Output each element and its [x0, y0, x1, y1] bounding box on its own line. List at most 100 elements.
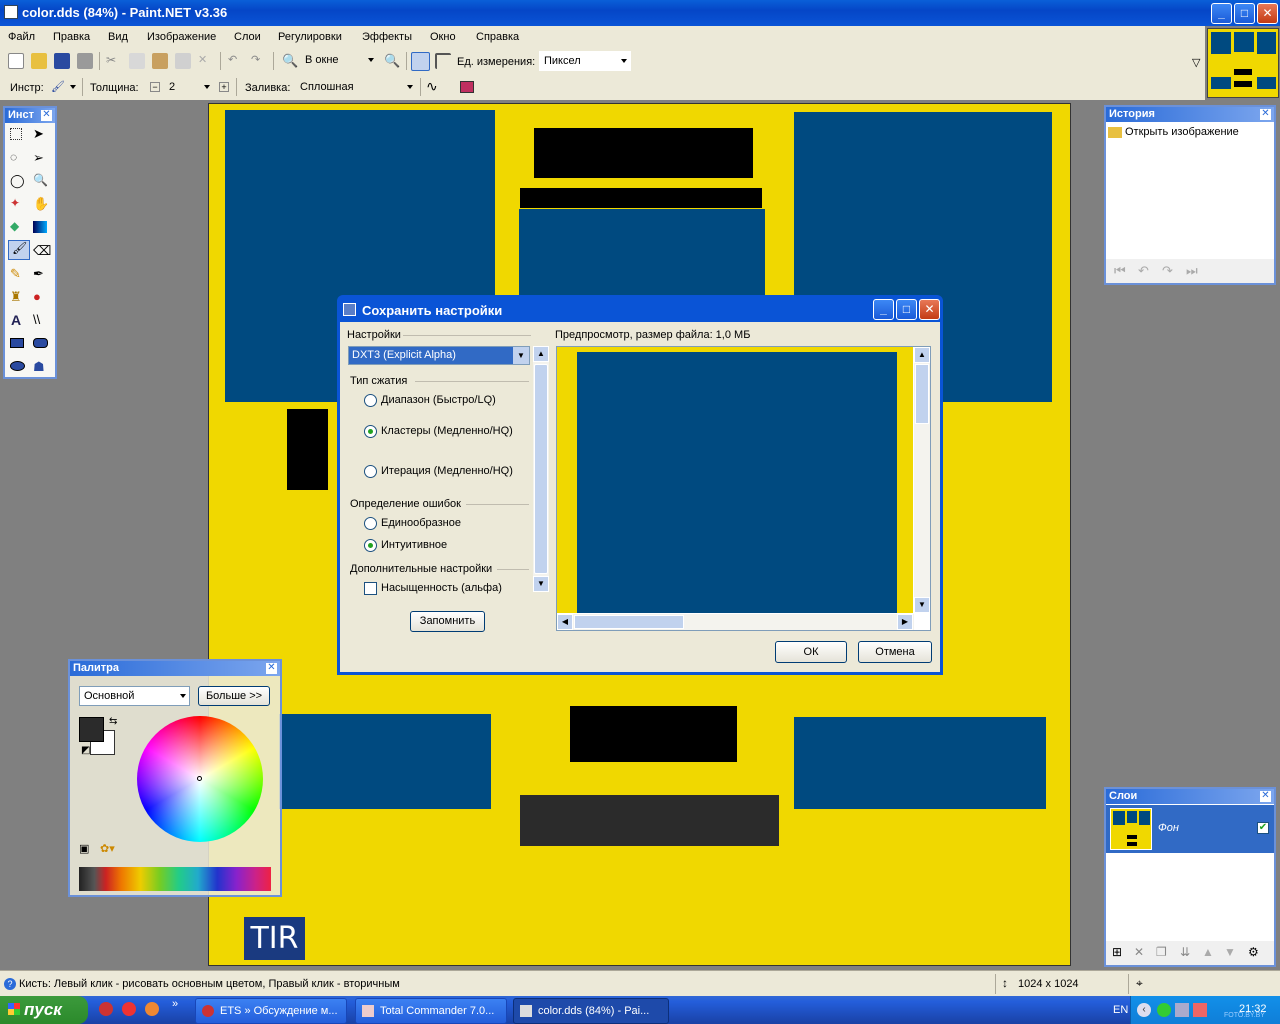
scroll-up-icon[interactable]: ▲	[533, 346, 549, 362]
dialog-maximize-button[interactable]: □	[896, 299, 917, 320]
format-dropdown-icon[interactable]: ▼	[513, 347, 529, 364]
palette-panel-close-icon[interactable]: ✕	[266, 663, 277, 674]
gradient-tool-icon[interactable]	[33, 221, 47, 233]
palette-menu-icon[interactable]: ✿▾	[100, 842, 115, 855]
menu-view[interactable]: Вид	[108, 31, 128, 43]
primary-color-swatch[interactable]	[79, 717, 104, 742]
tray-icon-3[interactable]	[1193, 1003, 1207, 1017]
preview-area[interactable]: ▲ ▼ ◀ ▶	[556, 346, 931, 631]
paintbrush-tool-icon[interactable]: 🖌	[8, 240, 30, 260]
add-layer-icon[interactable]: ⊞	[1112, 945, 1122, 959]
preview-vscroll-thumb[interactable]	[915, 364, 929, 424]
menu-image[interactable]: Изображение	[147, 31, 216, 43]
tray-icon-2[interactable]	[1175, 1003, 1189, 1017]
format-combo[interactable]: DXT3 (Explicit Alpha) ▼	[348, 346, 530, 365]
preview-scroll-up-icon[interactable]: ▲	[914, 347, 930, 363]
move-tool-icon[interactable]: ➢	[33, 150, 51, 168]
quicklaunch-avast-icon[interactable]	[145, 1002, 159, 1016]
preview-scroll-left-icon[interactable]: ◀	[557, 614, 573, 630]
compression-iteration-radio[interactable]	[364, 465, 377, 478]
delete-layer-icon[interactable]: ✕	[1134, 945, 1144, 959]
print-icon[interactable]	[77, 53, 93, 69]
palette-more-button[interactable]: Больше >>	[198, 686, 270, 706]
pan-tool-icon[interactable]: ✋	[33, 196, 51, 214]
open-icon[interactable]	[31, 53, 47, 69]
ruler-icon[interactable]	[435, 53, 451, 69]
alpha-checkbox[interactable]	[364, 582, 377, 595]
color-picker-tool-icon[interactable]: ✒	[33, 266, 51, 284]
antialias-icon[interactable]: ∿	[426, 78, 438, 95]
color-wheel[interactable]	[137, 716, 263, 842]
width-combo[interactable]: 2	[165, 78, 213, 98]
error-perceptual-radio[interactable]	[364, 539, 377, 552]
compression-range-radio[interactable]	[364, 394, 377, 407]
color-swatch-strip[interactable]	[79, 867, 271, 891]
eraser-tool-icon[interactable]: ⌫	[33, 243, 51, 261]
menu-effects[interactable]: Эффекты	[362, 31, 412, 43]
rect-select-tool-icon[interactable]	[10, 128, 22, 140]
history-undo-icon[interactable]: ↶	[1138, 263, 1149, 279]
preview-hscroll[interactable]: ◀ ▶	[557, 614, 914, 630]
settings-scrollbar[interactable]: ▲ ▼	[533, 346, 549, 592]
move-selection-tool-icon[interactable]: ➤	[33, 126, 51, 144]
units-combo[interactable]: Пиксел	[539, 51, 631, 71]
preview-hscroll-thumb[interactable]	[574, 615, 684, 629]
duplicate-layer-icon[interactable]: ❐	[1156, 945, 1167, 959]
palette-mode-combo[interactable]: Основной	[79, 686, 190, 706]
ellipse-tool-icon[interactable]	[10, 361, 25, 371]
scroll-thumb[interactable]	[534, 364, 548, 574]
zoom-combo[interactable]: В окне	[301, 51, 377, 71]
remember-button[interactable]: Запомнить	[410, 611, 485, 632]
toolbar-overflow-icon[interactable]: ▽	[1192, 56, 1200, 69]
fast-forward-icon[interactable]: ⏭	[1186, 263, 1198, 279]
cancel-button[interactable]: Отмена	[858, 641, 932, 663]
close-button[interactable]: ✕	[1257, 3, 1278, 24]
color-wheel-cursor[interactable]	[197, 776, 202, 781]
move-layer-up-icon[interactable]: ▲	[1202, 945, 1214, 959]
lasso-tool-icon[interactable]: ◌	[10, 150, 28, 168]
menu-edit[interactable]: Правка	[53, 31, 90, 43]
move-layer-down-icon[interactable]: ▼	[1224, 945, 1236, 959]
paste-icon[interactable]	[152, 53, 168, 69]
ellipse-select-tool-icon[interactable]: ◯	[10, 173, 28, 191]
compression-cluster-radio[interactable]	[364, 425, 377, 438]
taskbar-item-ets[interactable]: ETS » Обсуждение м...	[195, 998, 347, 1024]
pencil-tool-icon[interactable]: ✎	[10, 266, 28, 284]
menu-window[interactable]: Окно	[430, 31, 456, 43]
preview-scroll-down-icon[interactable]: ▼	[914, 597, 930, 613]
preview-scroll-right-icon[interactable]: ▶	[897, 614, 913, 630]
quicklaunch-expand-icon[interactable]: »	[172, 998, 178, 1010]
layer-properties-icon[interactable]: ⚙	[1248, 945, 1259, 959]
scroll-down-icon[interactable]: ▼	[533, 576, 549, 592]
tray-icon-1[interactable]	[1157, 1003, 1171, 1017]
maximize-button[interactable]: □	[1234, 3, 1255, 24]
dialog-close-button[interactable]: ✕	[919, 299, 940, 320]
layer-visible-checkbox[interactable]: ✔	[1257, 822, 1269, 834]
blend-mode-icon[interactable]	[460, 81, 474, 93]
history-redo-icon[interactable]: ↷	[1162, 263, 1173, 279]
start-button[interactable]: пуск	[0, 996, 88, 1024]
rectangle-tool-icon[interactable]	[10, 338, 24, 348]
rounded-rectangle-tool-icon[interactable]	[33, 338, 48, 348]
error-uniform-radio[interactable]	[364, 517, 377, 530]
tool-dropdown-icon[interactable]	[70, 85, 76, 89]
quicklaunch-opera-icon[interactable]	[99, 1002, 113, 1016]
paint-bucket-tool-icon[interactable]: ◆	[10, 219, 28, 237]
ok-button[interactable]: ОК	[775, 641, 847, 663]
save-icon[interactable]	[54, 53, 70, 69]
redo-icon[interactable]: ↷	[251, 53, 267, 69]
layers-panel-close-icon[interactable]: ✕	[1260, 791, 1271, 802]
rewind-icon[interactable]: ⏮	[1114, 263, 1126, 279]
taskbar-item-paintnet[interactable]: color.dds (84%) - Pai...	[513, 998, 669, 1024]
fill-combo[interactable]: Сплошная	[296, 78, 416, 98]
layer-row[interactable]: Фон ✔	[1106, 805, 1274, 853]
menu-file[interactable]: Файл	[8, 31, 35, 43]
zoom-out-icon[interactable]: 🔍	[282, 53, 298, 69]
text-tool-icon[interactable]: A	[11, 312, 29, 330]
swap-colors-icon[interactable]: ⇆	[109, 716, 117, 727]
taskbar-item-total-commander[interactable]: Total Commander 7.0...	[355, 998, 507, 1024]
minimize-button[interactable]: _	[1211, 3, 1232, 24]
zoom-in-icon[interactable]: 🔍	[384, 53, 400, 69]
preview-vscroll[interactable]: ▲ ▼	[914, 347, 930, 613]
crop-icon[interactable]	[175, 53, 191, 69]
